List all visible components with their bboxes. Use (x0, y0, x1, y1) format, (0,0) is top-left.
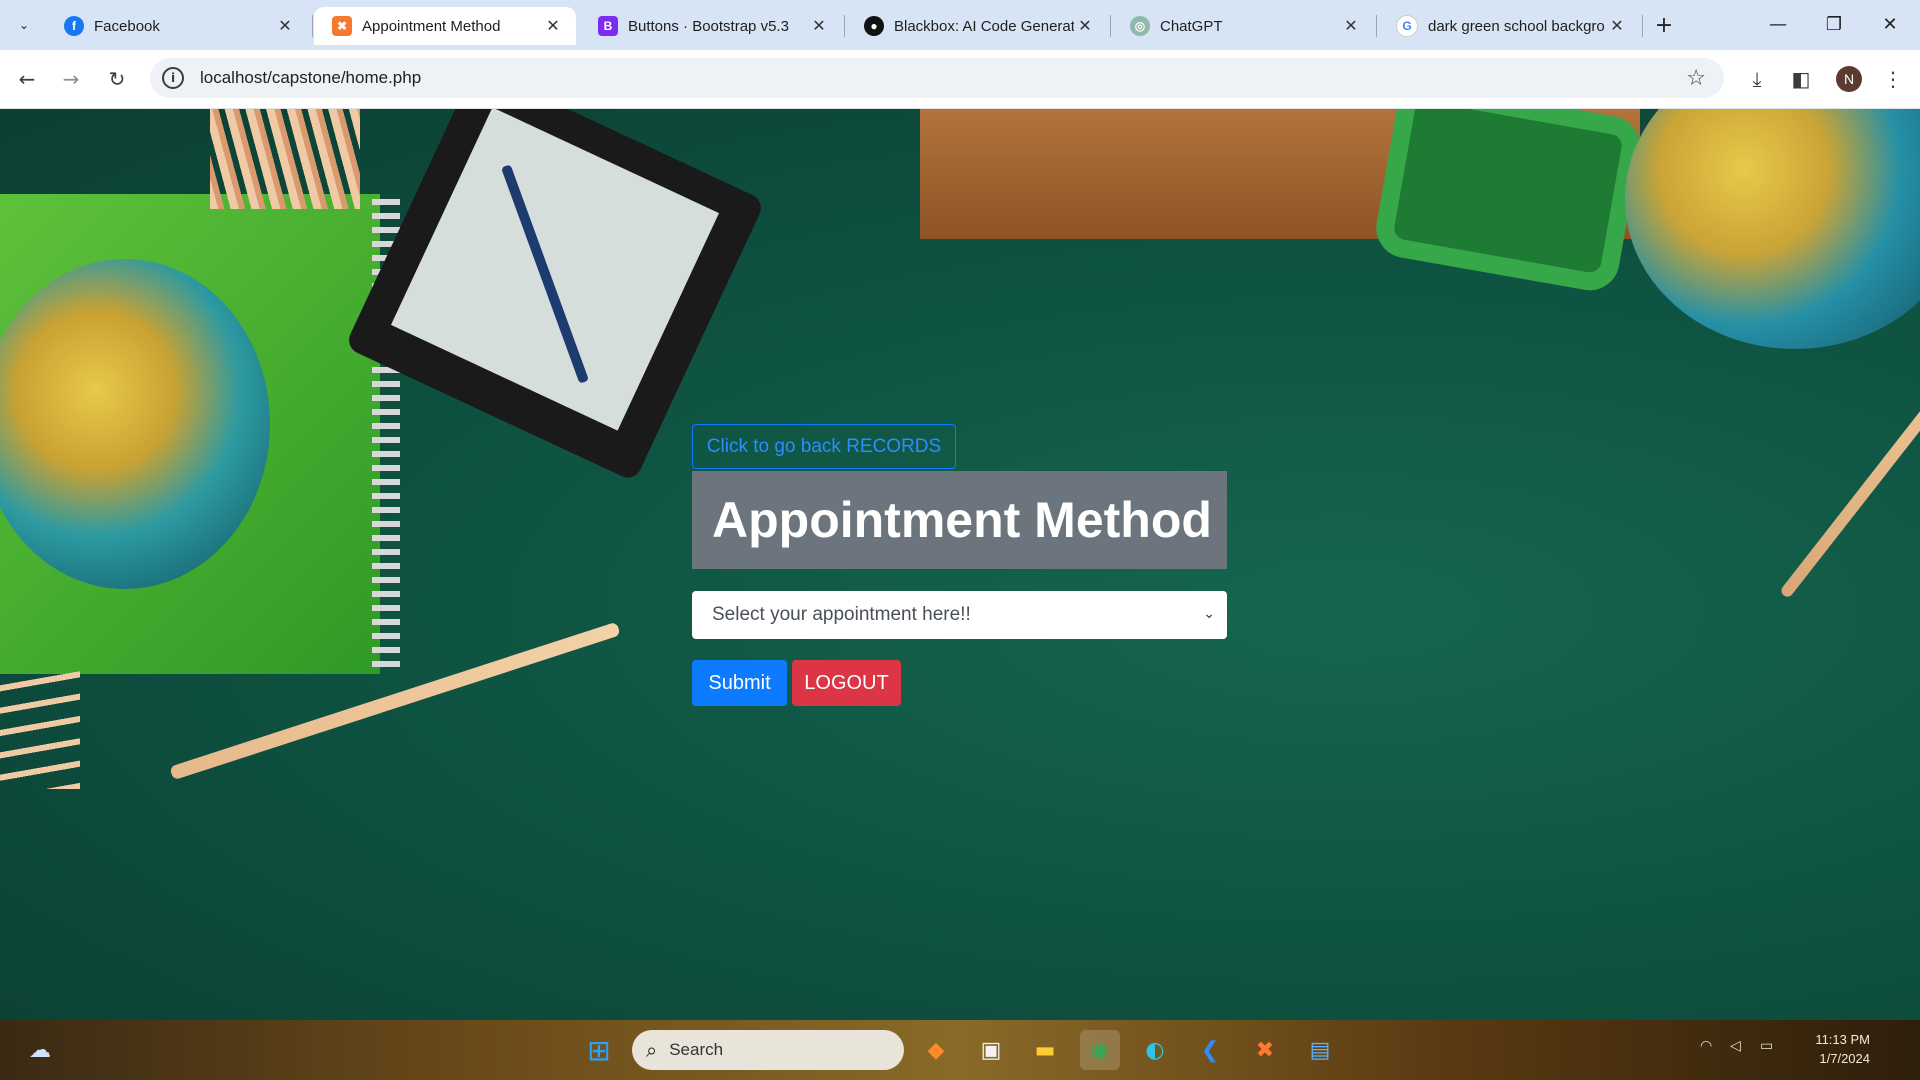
new-tab-plus-icon[interactable]: + (1650, 12, 1678, 38)
back-to-records-button[interactable]: Click to go back RECORDS (692, 424, 956, 469)
page-background: Click to go back RECORDS Appointment Met… (0, 109, 1920, 1020)
close-icon[interactable]: ✕ (1074, 15, 1096, 37)
taskbar-clock[interactable]: 11:13 PM 1/7/2024 (1800, 1030, 1870, 1068)
pencil-image (1779, 370, 1920, 600)
chevron-down-icon: ⌄ (1203, 605, 1215, 621)
minimize-icon[interactable]: — (1758, 10, 1798, 38)
tab-divider (312, 15, 313, 37)
tab-title: Facebook (94, 17, 160, 35)
tab-appointment-method[interactable]: ✖ Appointment Method ✕ (314, 7, 576, 45)
forward-arrow-icon[interactable]: → (56, 64, 86, 94)
download-icon[interactable]: ⤓ (1742, 64, 1772, 94)
xampp-icon[interactable]: ✖ (1245, 1030, 1285, 1070)
close-icon[interactable]: ✕ (1340, 15, 1362, 37)
google-icon: G (1396, 15, 1418, 37)
windows-taskbar: ☁ ⊞ ⌕ Search ◆ ▣ ▬ ◉ ◐ ❮ ✖ ▤ ◠ ◁ ▭ 11:13… (0, 1020, 1920, 1080)
site-info-icon[interactable]: i (162, 67, 184, 89)
battery-icon[interactable]: ▭ (1760, 1038, 1773, 1054)
close-icon[interactable]: ✕ (542, 15, 564, 37)
appointment-select[interactable]: Select your appointment here!! ⌄ (692, 591, 1227, 639)
volume-icon[interactable]: ◁ (1730, 1038, 1741, 1054)
tab-divider (1376, 15, 1377, 37)
tab-title: Blackbox: AI Code Generat (894, 17, 1074, 35)
tab-google-search[interactable]: G dark green school backgro ✕ (1378, 7, 1640, 45)
heading-box: Appointment Method (692, 471, 1227, 569)
task-view-icon[interactable]: ▣ (971, 1030, 1011, 1070)
notepad-icon[interactable]: ▤ (1300, 1030, 1340, 1070)
clock-time: 11:13 PM (1815, 1032, 1870, 1047)
facebook-icon: f (64, 16, 84, 36)
search-icon: ⌕ (646, 1038, 658, 1062)
bookmark-star-icon[interactable]: ☆ (1686, 66, 1706, 91)
pencils-image (0, 669, 80, 789)
copilot-icon[interactable]: ◆ (916, 1030, 956, 1070)
chrome-icon[interactable]: ◉ (1080, 1030, 1120, 1070)
wifi-icon[interactable]: ◠ (1700, 1038, 1712, 1054)
profile-avatar[interactable]: N (1836, 66, 1862, 92)
back-arrow-icon[interactable]: ← (12, 64, 42, 94)
side-panel-icon[interactable]: ◧ (1786, 64, 1816, 94)
tab-title: dark green school backgro (1428, 17, 1605, 35)
tab-bootstrap-buttons[interactable]: B Buttons · Bootstrap v5.3 ✕ (580, 7, 842, 45)
weather-cloud-icon[interactable]: ☁ (20, 1030, 60, 1070)
tab-title: ChatGPT (1160, 17, 1223, 35)
address-url[interactable]: localhost/capstone/home.php (200, 68, 421, 88)
globe-image (1625, 109, 1920, 349)
tab-facebook[interactable]: f Facebook ✕ (46, 7, 308, 45)
submit-button[interactable]: Submit (692, 660, 787, 706)
browser-tab-bar: ⌄ f Facebook ✕ ✖ Appointment Method ✕ B … (0, 0, 1920, 50)
tab-chatgpt[interactable]: ◎ ChatGPT ✕ (1112, 7, 1374, 45)
tab-divider (1110, 15, 1111, 37)
green-box-image (1371, 109, 1645, 296)
windows-start-icon[interactable]: ⊞ (579, 1030, 619, 1070)
logout-button[interactable]: LOGOUT (792, 660, 901, 706)
tab-blackbox[interactable]: ● Blackbox: AI Code Generat ✕ (846, 7, 1108, 45)
tab-divider (844, 15, 845, 37)
bootstrap-icon: B (598, 16, 618, 36)
search-label: Search (669, 1040, 724, 1059)
blackbox-icon: ● (864, 16, 884, 36)
pencils-image (210, 109, 360, 209)
address-bar[interactable]: i localhost/capstone/home.php ☆ (150, 58, 1724, 98)
reload-icon[interactable]: ↻ (102, 64, 132, 94)
tab-title: Buttons · Bootstrap v5.3 (628, 17, 789, 35)
close-icon[interactable]: ✕ (808, 15, 830, 37)
tab-title: Appointment Method (362, 17, 501, 35)
tab-search-menu-icon[interactable]: ⌄ (10, 12, 38, 38)
taskbar-search[interactable]: ⌕ Search (632, 1030, 904, 1070)
chatgpt-icon: ◎ (1130, 16, 1150, 36)
select-placeholder: Select your appointment here!! (712, 604, 971, 625)
page-title: Appointment Method (712, 492, 1212, 548)
edge-icon[interactable]: ◐ (1135, 1030, 1175, 1070)
tab-divider (1642, 15, 1643, 37)
file-explorer-icon[interactable]: ▬ (1025, 1030, 1065, 1070)
restore-icon[interactable]: ❐ (1814, 10, 1854, 38)
browser-toolbar: ← → ↻ i localhost/capstone/home.php ☆ ⤓ … (0, 50, 1920, 109)
vscode-icon[interactable]: ❮ (1190, 1030, 1230, 1070)
close-icon[interactable]: ✕ (274, 15, 296, 37)
window-close-icon[interactable]: ✕ (1870, 10, 1910, 38)
close-icon[interactable]: ✕ (1606, 15, 1628, 37)
kebab-menu-icon[interactable]: ⋮ (1878, 64, 1908, 94)
clock-date: 1/7/2024 (1819, 1051, 1870, 1066)
xampp-icon: ✖ (332, 16, 352, 36)
